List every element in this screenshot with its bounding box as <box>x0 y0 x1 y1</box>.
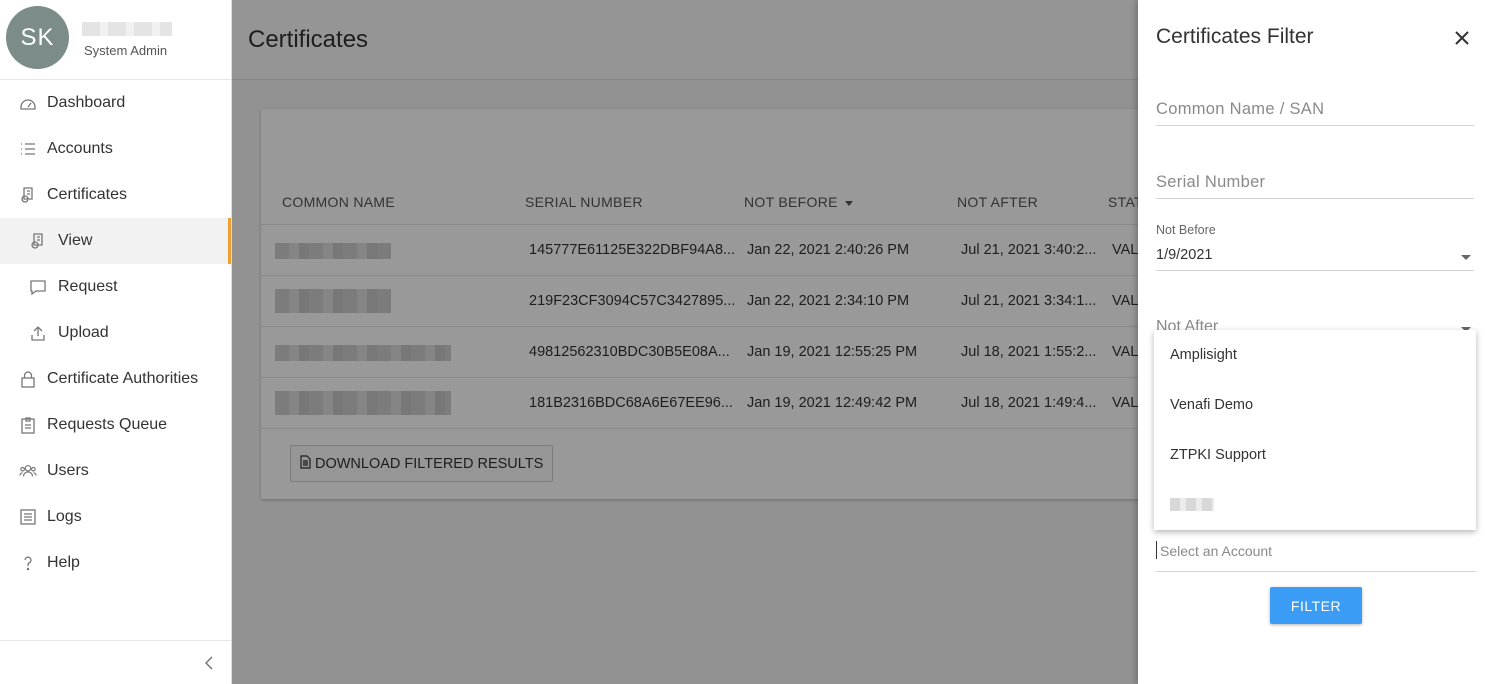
sidebar-item-label: Upload <box>58 324 109 341</box>
serial-number-input[interactable] <box>1156 173 1474 198</box>
chevron-down-icon <box>1461 255 1471 260</box>
sidebar-item-label: Certificate Authorities <box>47 370 199 387</box>
lock-icon <box>19 370 37 388</box>
redacted-user-name <box>82 22 172 36</box>
sidebar-item-label: View <box>58 232 93 249</box>
user-role: System Admin <box>84 43 168 58</box>
sidebar-item-certificates[interactable]: Certificates <box>0 172 231 218</box>
sidebar-item-label: Accounts <box>47 140 113 157</box>
dashboard-icon <box>19 94 37 112</box>
filter-button[interactable]: FILTER <box>1270 587 1362 624</box>
users-icon <box>19 462 37 480</box>
logs-icon <box>19 508 37 526</box>
help-icon <box>19 554 37 572</box>
avatar[interactable]: SK <box>6 6 69 69</box>
common-name-field-wrapper <box>1156 100 1474 126</box>
sidebar-item-upload[interactable]: Upload <box>0 310 231 356</box>
modal-backdrop[interactable] <box>232 0 1138 684</box>
common-name-input[interactable] <box>1156 100 1474 125</box>
not-before-value: 1/9/2021 <box>1156 247 1213 263</box>
upload-icon <box>29 324 47 342</box>
list-icon <box>19 140 37 158</box>
sidebar-item-help[interactable]: Help <box>0 540 231 586</box>
sidebar-item-certificate-authorities[interactable]: Certificate Authorities <box>0 356 231 402</box>
dropdown-option[interactable]: Amplisight <box>1170 347 1237 363</box>
clipboard-icon <box>19 416 37 434</box>
sidebar-item-label: Help <box>47 554 80 571</box>
sidebar-item-request[interactable]: Request <box>0 264 231 310</box>
redacted-dropdown-option[interactable] <box>1170 498 1214 511</box>
certificate-view-icon <box>29 232 47 250</box>
sidebar-item-label: Users <box>47 462 89 479</box>
user-profile: SK System Admin <box>0 0 231 80</box>
certificate-icon <box>19 186 37 204</box>
not-before-label: Not Before <box>1156 223 1216 237</box>
serial-number-field-wrapper <box>1156 173 1474 199</box>
dropdown-option[interactable]: ZTPKI Support <box>1170 447 1266 463</box>
sidebar-item-logs[interactable]: Logs <box>0 494 231 540</box>
dropdown-option[interactable]: Venafi Demo <box>1170 397 1253 413</box>
sidebar-item-users[interactable]: Users <box>0 448 231 494</box>
account-select-wrapper <box>1156 541 1476 572</box>
sidebar-footer <box>0 640 231 684</box>
sidebar-item-requests-queue[interactable]: Requests Queue <box>0 402 231 448</box>
sidebar-item-label: Logs <box>47 508 82 525</box>
account-dropdown-menu: Amplisight Venafi Demo ZTPKI Support <box>1154 330 1476 530</box>
account-search-input[interactable] <box>1156 541 1476 559</box>
certificates-filter-panel: Certificates Filter Not Before 1/9/2021 … <box>1138 0 1488 684</box>
sidebar: SK System Admin Dashboard Accounts Certi… <box>0 0 232 684</box>
not-before-select[interactable]: 1/9/2021 <box>1156 247 1474 271</box>
sidebar-item-label: Request <box>58 278 118 295</box>
sidebar-item-label: Certificates <box>47 186 128 203</box>
sidebar-item-accounts[interactable]: Accounts <box>0 126 231 172</box>
panel-title: Certificates Filter <box>1156 25 1314 48</box>
comment-icon <box>29 278 47 296</box>
sidebar-item-label: Requests Queue <box>47 416 168 433</box>
sidebar-nav: Dashboard Accounts Certificates View Req… <box>0 80 231 586</box>
sidebar-item-dashboard[interactable]: Dashboard <box>0 80 231 126</box>
sidebar-item-label: Dashboard <box>47 94 126 111</box>
close-icon[interactable] <box>1452 28 1472 48</box>
sidebar-item-view[interactable]: View <box>0 218 231 264</box>
chevron-left-icon[interactable] <box>201 654 217 672</box>
